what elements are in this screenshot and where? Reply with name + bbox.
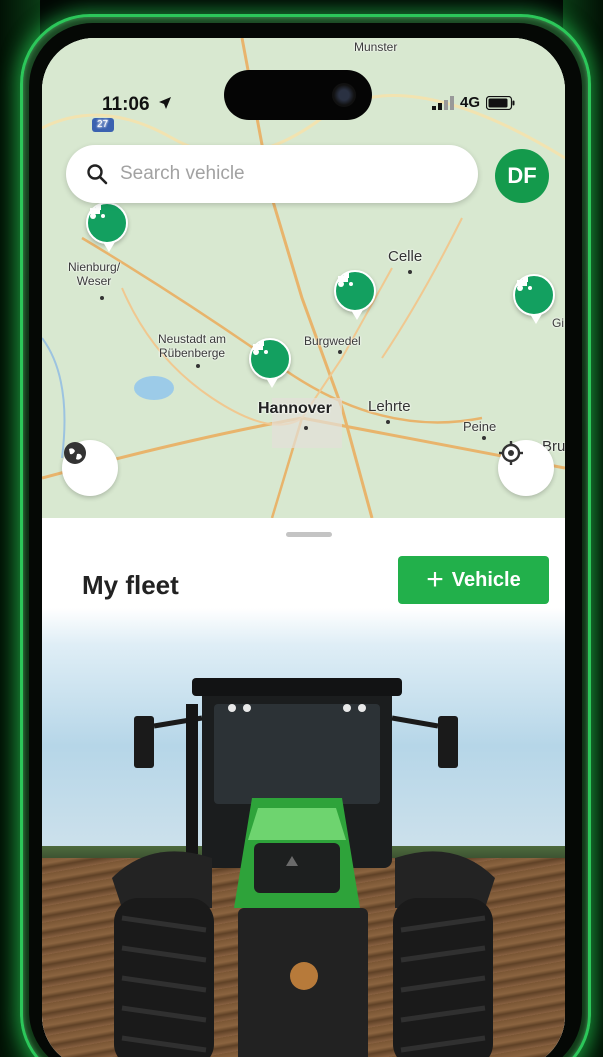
map-label-peine: Peine: [463, 419, 497, 434]
location-arrow-icon: [158, 97, 171, 109]
sheet-drag-handle[interactable]: [286, 532, 332, 537]
crosshair-icon: [499, 441, 523, 465]
city-dot: [338, 350, 342, 354]
user-avatar[interactable]: DF: [495, 149, 549, 203]
tractor-icon: [90, 205, 105, 219]
tractor-photo: [42, 608, 565, 1057]
map-label-nienburg: Nienburg/ Weser: [68, 260, 121, 288]
city-dot: [304, 426, 308, 430]
tractor-illustration: [112, 678, 495, 1057]
phone-screen: Munster 27 Nienburg/ Weser Celle Neustad…: [42, 38, 565, 1057]
plus-icon: +: [426, 563, 444, 596]
city-dot: [482, 436, 486, 440]
search-bar[interactable]: [66, 145, 478, 203]
vehicle-pin[interactable]: [249, 338, 291, 388]
map-label-munster: Munster: [354, 40, 398, 54]
map-label-gi: Gi: [552, 316, 564, 330]
map-label-celle: Celle: [388, 248, 423, 265]
map-label-lehrte: Lehrte: [368, 398, 411, 415]
status-time-text: 11:06: [102, 94, 150, 115]
fleet-title: My fleet: [82, 570, 179, 600]
vehicle-pin[interactable]: [513, 274, 555, 324]
search-input[interactable]: [120, 163, 440, 185]
map-label-burgwedel: Burgwedel: [304, 334, 361, 348]
vehicle-pin[interactable]: [86, 202, 128, 252]
city-dot: [408, 270, 412, 274]
city-dot: [386, 420, 390, 424]
network-type: 4G: [460, 94, 481, 111]
battery-icon: [486, 95, 515, 110]
status-time: 11:06: [102, 94, 172, 116]
map-label-neustadt: Neustadt am Rübenberge: [158, 332, 227, 360]
add-vehicle-label: Vehicle: [451, 568, 521, 591]
map-layers-button[interactable]: [62, 440, 118, 496]
city-dot: [100, 296, 104, 300]
map-label-hannover: Hannover: [258, 400, 332, 417]
camera-icon: [332, 83, 356, 107]
status-indicators: 4G: [432, 94, 516, 111]
tractor-icon: [517, 277, 532, 291]
vehicle-pin[interactable]: [334, 270, 376, 320]
dynamic-island: [224, 70, 372, 120]
road-number: 27: [97, 119, 109, 130]
tractor-icon: [338, 273, 353, 287]
add-vehicle-button[interactable]: + Vehicle: [398, 556, 549, 604]
city-dot: [196, 364, 200, 368]
search-icon: [87, 164, 108, 185]
tractor-icon: [253, 341, 268, 355]
globe-icon: [64, 442, 86, 464]
signal-icon: [432, 95, 454, 110]
my-location-button[interactable]: [498, 440, 554, 496]
